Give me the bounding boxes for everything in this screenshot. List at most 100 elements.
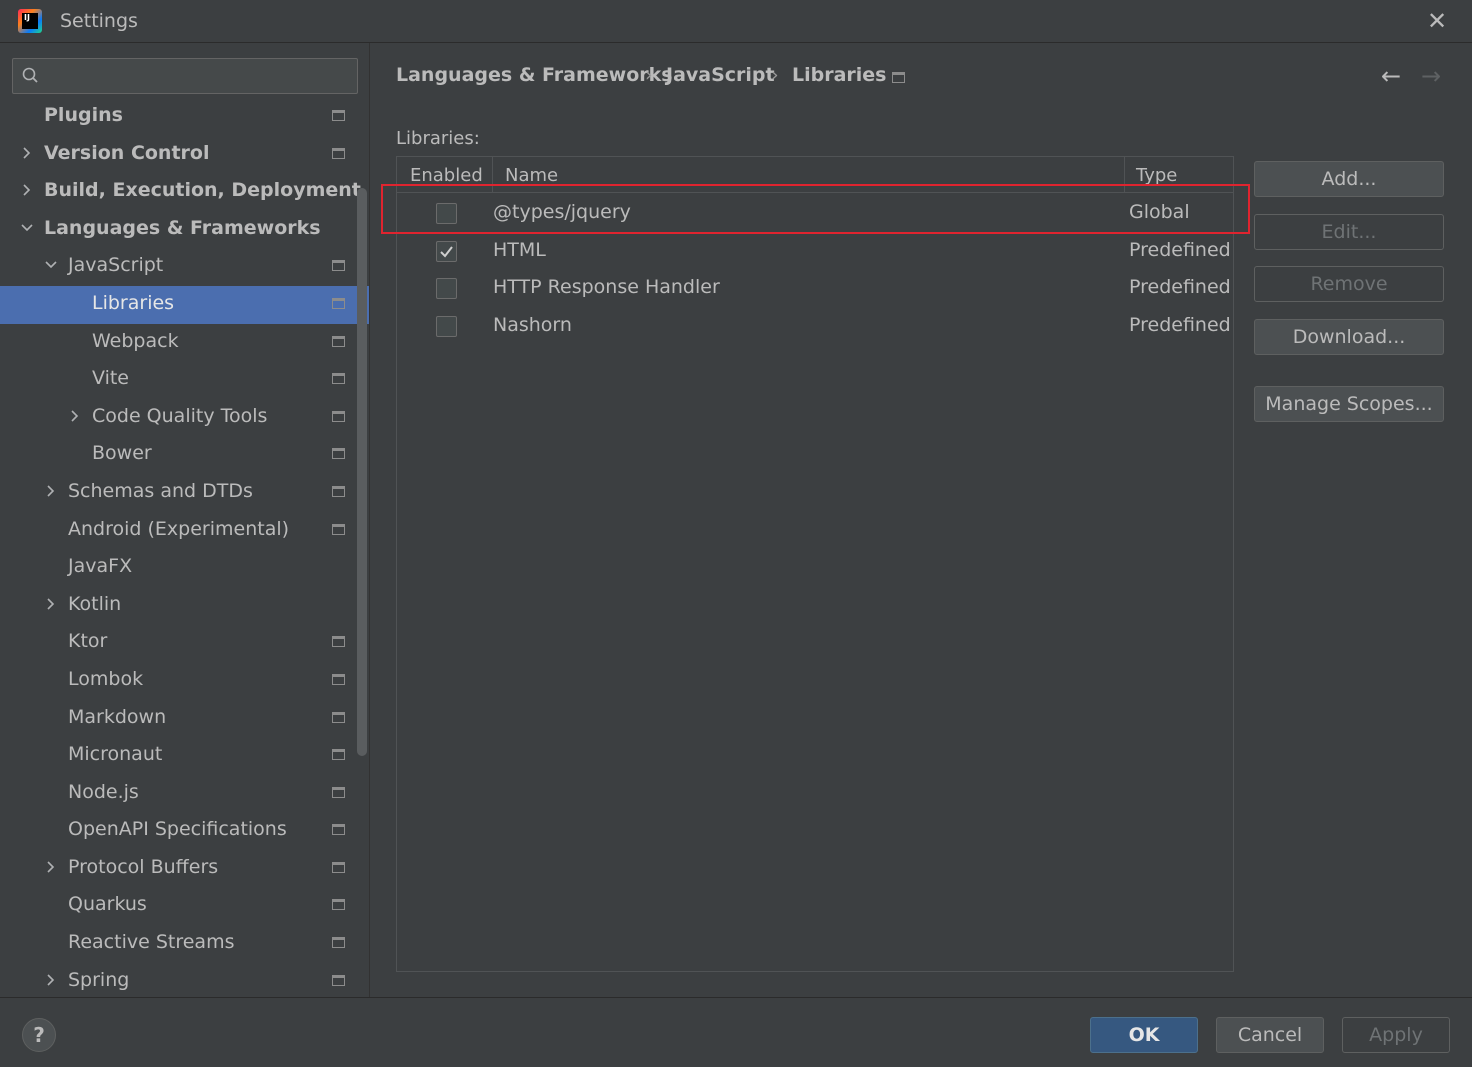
- checkmark-icon: [440, 245, 453, 258]
- sidebar-item-version-control[interactable]: Version Control: [0, 136, 369, 174]
- cancel-button[interactable]: Cancel: [1216, 1017, 1324, 1053]
- sidebar-item-label: Quarkus: [68, 893, 147, 916]
- sidebar-item-javafx[interactable]: JavaFX: [0, 549, 369, 587]
- sidebar-item-label: Webpack: [92, 329, 179, 352]
- chevron-right-icon[interactable]: [68, 409, 82, 423]
- project-scope-icon: [332, 410, 345, 422]
- chevron-right-icon[interactable]: [44, 860, 58, 874]
- download-button[interactable]: Download...: [1254, 319, 1444, 355]
- column-header-enabled[interactable]: Enabled: [410, 165, 483, 186]
- project-scope-icon: [332, 485, 345, 497]
- enabled-checkbox[interactable]: [436, 315, 457, 337]
- sidebar-item-schemas-and-dtds[interactable]: Schemas and DTDs: [0, 474, 369, 512]
- sidebar-item-label: Markdown: [68, 705, 167, 728]
- sidebar-item-label: Libraries: [92, 291, 175, 314]
- sidebar-item-label: Plugins: [44, 104, 123, 126]
- chevron-right-icon[interactable]: [44, 484, 58, 498]
- project-scope-icon: [332, 711, 345, 723]
- sidebar-item-label: JavaScript: [68, 254, 164, 277]
- project-scope-icon: [332, 824, 345, 836]
- intellij-logo-icon: IJ: [18, 9, 42, 33]
- sidebar-item-plugins[interactable]: Plugins: [0, 98, 369, 136]
- sidebar-item-label: Version Control: [44, 141, 210, 164]
- chevron-down-icon[interactable]: [20, 221, 34, 235]
- sidebar-item-libraries[interactable]: Libraries: [0, 285, 369, 324]
- sidebar-item-javascript[interactable]: JavaScript: [0, 248, 369, 286]
- sidebar-item-code-quality-tools[interactable]: Code Quality Tools: [0, 399, 369, 437]
- settings-sidebar: Plugins Version Control Build, Execution, …: [0, 43, 370, 997]
- project-scope-icon: [332, 673, 345, 685]
- forward-arrow-icon[interactable]: →: [1421, 62, 1441, 90]
- apply-button[interactable]: Apply: [1342, 1017, 1450, 1053]
- sidebar-item-quarkus[interactable]: Quarkus: [0, 887, 369, 925]
- title-bar: IJ Settings ✕: [0, 0, 1472, 43]
- breadcrumb-separator: ›: [771, 64, 779, 86]
- sidebar-item-bower[interactable]: Bower: [0, 436, 369, 474]
- library-type: Predefined: [1129, 313, 1231, 336]
- manage-scopes-button[interactable]: Manage Scopes...: [1254, 386, 1444, 422]
- sidebar-item-build-execution-deployment[interactable]: Build, Execution, Deployment: [0, 173, 369, 211]
- sidebar-item-node-js[interactable]: Node.js: [0, 775, 369, 813]
- enabled-checkbox[interactable]: [436, 278, 457, 299]
- breadcrumb-item-libraries: Libraries: [792, 64, 887, 86]
- close-icon[interactable]: ✕: [1424, 8, 1450, 34]
- sidebar-item-label: Spring: [68, 968, 130, 991]
- project-scope-icon: [332, 335, 345, 347]
- sidebar-item-label: Lombok: [68, 667, 144, 690]
- chevron-right-icon[interactable]: [20, 183, 34, 197]
- sidebar-item-spring[interactable]: Spring: [0, 963, 369, 997]
- remove-button[interactable]: Remove: [1254, 266, 1444, 302]
- sidebar-item-label: OpenAPI Specifications: [68, 818, 287, 841]
- sidebar-item-label: Bower: [92, 442, 152, 465]
- add-button[interactable]: Add...: [1254, 161, 1444, 197]
- chevron-right-icon[interactable]: [44, 973, 58, 987]
- chevron-right-icon[interactable]: [44, 597, 58, 611]
- sidebar-item-languages-frameworks[interactable]: Languages & Frameworks: [0, 211, 369, 249]
- search-field[interactable]: [12, 58, 358, 94]
- help-button[interactable]: ?: [22, 1018, 56, 1052]
- sidebar-item-micronaut[interactable]: Micronaut: [0, 737, 369, 775]
- chevron-down-icon[interactable]: [44, 258, 58, 272]
- sidebar-item-markdown[interactable]: Markdown: [0, 700, 369, 738]
- sidebar-item-reactive-streams[interactable]: Reactive Streams: [0, 925, 369, 963]
- sidebar-item-label: Node.js: [68, 780, 139, 803]
- sidebar-item-android-experimental[interactable]: Android (Experimental): [0, 512, 369, 550]
- sidebar-item-protocol-buffers[interactable]: Protocol Buffers: [0, 850, 369, 888]
- ok-button[interactable]: OK: [1090, 1017, 1198, 1053]
- sidebar-item-kotlin[interactable]: Kotlin: [0, 587, 369, 625]
- project-scope-icon: [332, 297, 345, 309]
- sidebar-item-ktor[interactable]: Ktor: [0, 624, 369, 662]
- back-arrow-icon[interactable]: ←: [1381, 62, 1401, 90]
- enabled-checkbox[interactable]: [436, 240, 457, 262]
- table-row[interactable]: HTTP Response Handler Predefined: [397, 269, 1233, 307]
- chevron-right-icon[interactable]: [20, 146, 34, 160]
- table-row[interactable]: Nashorn Predefined: [397, 307, 1233, 345]
- sidebar-item-label: Ktor: [68, 630, 108, 653]
- edit-button[interactable]: Edit...: [1254, 214, 1444, 250]
- sidebar-item-label: Kotlin: [68, 592, 122, 615]
- sidebar-item-lombok[interactable]: Lombok: [0, 662, 369, 700]
- column-header-name[interactable]: Name: [505, 165, 558, 186]
- breadcrumb-separator: ›: [645, 64, 653, 86]
- table-row[interactable]: HTML Predefined: [397, 232, 1233, 270]
- settings-tree: Plugins Version Control Build, Execution, …: [0, 98, 369, 997]
- column-header-type[interactable]: Type: [1136, 165, 1177, 186]
- sidebar-item-webpack[interactable]: Webpack: [0, 324, 369, 362]
- project-scope-icon: [332, 110, 345, 121]
- search-icon: [22, 67, 38, 83]
- window-title: Settings: [60, 10, 138, 32]
- breadcrumb-item-languages-frameworks[interactable]: Languages & Frameworks: [396, 64, 673, 86]
- project-scope-icon: [332, 636, 345, 648]
- search-input[interactable]: [53, 63, 348, 89]
- sidebar-item-label: Languages & Frameworks: [44, 216, 321, 239]
- sidebar-item-openapi-specifications[interactable]: OpenAPI Specifications: [0, 812, 369, 850]
- sidebar-item-vite[interactable]: Vite: [0, 361, 369, 399]
- project-scope-icon: [892, 72, 905, 83]
- breadcrumb-item-javascript[interactable]: JavaScript: [666, 64, 775, 86]
- libraries-label: Libraries:: [396, 128, 480, 149]
- project-scope-icon: [332, 147, 345, 159]
- project-scope-icon: [332, 260, 345, 272]
- sidebar-item-label: Protocol Buffers: [68, 855, 219, 878]
- project-scope-icon: [332, 448, 345, 460]
- sidebar-scrollbar[interactable]: [357, 188, 367, 756]
